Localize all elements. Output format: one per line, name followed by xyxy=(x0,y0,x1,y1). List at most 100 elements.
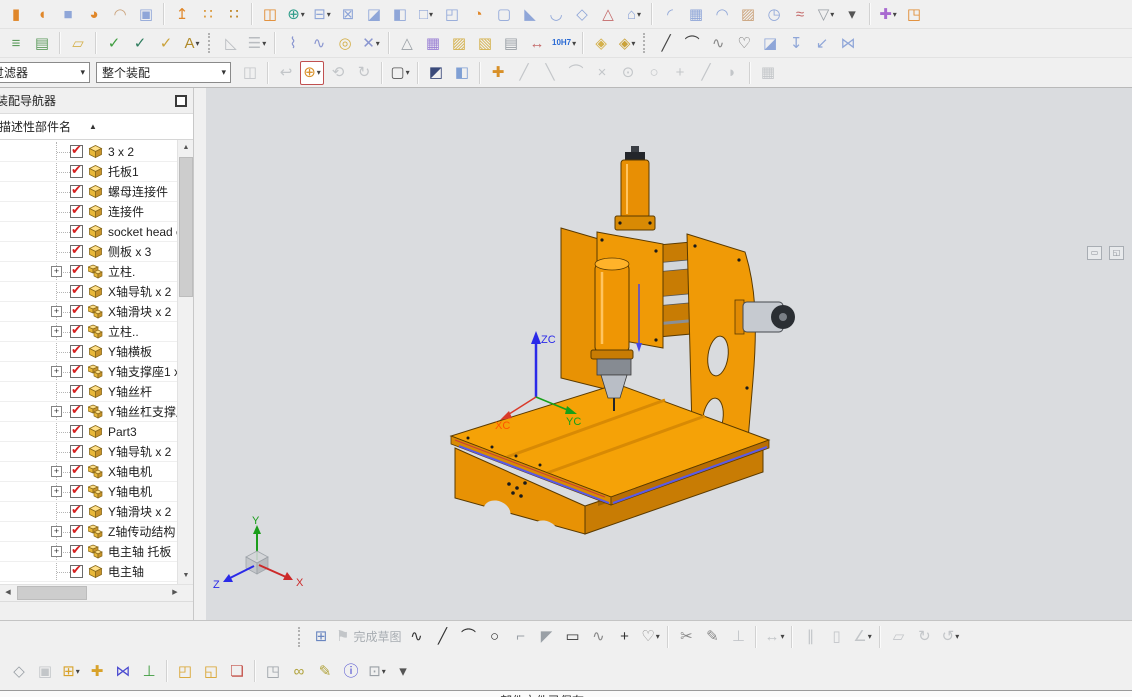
shaded-select-icon[interactable]: ◩ xyxy=(424,61,448,85)
edit-sketch-icon[interactable]: ▱ xyxy=(886,625,910,649)
assembly-tree-item[interactable]: + ✔ Y轴丝杠支撑座2 xyxy=(0,402,193,422)
section-analysis-icon[interactable]: ◺ xyxy=(219,31,243,55)
component-checkbox[interactable]: ✔ xyxy=(70,502,83,518)
existing-point-snap-icon[interactable]: + xyxy=(668,61,692,85)
component-checkbox[interactable]: ✔ xyxy=(70,562,83,578)
information-icon[interactable]: ▤ xyxy=(499,31,523,55)
line-sketch-icon[interactable]: ╱ xyxy=(430,625,454,649)
draft-analysis-icon[interactable]: △ xyxy=(596,2,620,26)
attributes-icon[interactable]: A ▾ xyxy=(180,31,204,55)
highlight-select-icon[interactable]: ◧ xyxy=(450,61,474,85)
selection-list-icon[interactable]: ☰ ▾ xyxy=(245,31,269,55)
block-icon[interactable]: ■ xyxy=(56,2,80,26)
pad-icon[interactable]: ↥ xyxy=(170,2,194,26)
unite-icon[interactable]: ⊕ ▾ xyxy=(284,2,308,26)
assembly-tree-item[interactable]: + ✔ 电主轴 托板 xyxy=(0,542,177,562)
assembly-tree-item[interactable]: + ✔ X轴电机 xyxy=(0,462,177,482)
grid-snap-icon[interactable]: ▦ xyxy=(756,61,780,85)
scroll-left-icon[interactable]: ◀ xyxy=(0,585,16,601)
assembly-cut-icon[interactable]: ◫ xyxy=(238,61,262,85)
section-curve-icon[interactable]: ⋈ xyxy=(836,31,860,55)
assembly-tree-item[interactable]: ✔ 侧板 x 3 xyxy=(0,242,177,262)
component-checkbox[interactable]: ✔ xyxy=(70,222,83,238)
polyhedron-icon-dropdown[interactable]: ▾ xyxy=(637,10,641,19)
shell-icon-dropdown[interactable]: ▾ xyxy=(429,10,433,19)
spring-tools-icon[interactable]: ✕ ▾ xyxy=(359,31,383,55)
trim-sheet-icon[interactable]: ▢ xyxy=(492,2,516,26)
move-component-icon[interactable]: ✚ xyxy=(85,659,109,683)
mirror-curve-icon[interactable]: ▯ xyxy=(824,625,848,649)
new-component-icon[interactable]: ◳ xyxy=(261,659,285,683)
show-constraints-icon[interactable]: ∠ ▾ xyxy=(850,625,874,649)
component-checkbox[interactable]: ✔ xyxy=(70,542,83,558)
rectangle-sketch-icon[interactable]: ▭ xyxy=(560,625,584,649)
marquee-select-icon-dropdown[interactable]: ▾ xyxy=(406,68,410,77)
subtract-icon-dropdown[interactable]: ▾ xyxy=(327,10,331,19)
chevron-down-icon[interactable]: ▾ xyxy=(80,67,85,78)
component-checkbox[interactable]: ✔ xyxy=(70,402,83,418)
selection-filter-combo[interactable]: 过滤器 ▾ xyxy=(0,62,90,83)
intersect-icon[interactable]: ⊠ xyxy=(336,2,360,26)
sort-ascending-icon[interactable]: ▲ xyxy=(89,122,97,131)
arc-curve-icon[interactable]: ⌒ xyxy=(680,31,704,55)
expand-icon[interactable]: + xyxy=(51,466,62,477)
tag-icon[interactable]: ▱ xyxy=(66,31,90,55)
component-checkbox[interactable]: ✔ xyxy=(70,342,83,358)
float-window-icon[interactable] xyxy=(175,94,187,107)
project-curve-icon[interactable]: ↧ xyxy=(784,31,808,55)
panel-splitter[interactable] xyxy=(194,88,206,620)
toolbar-grip[interactable] xyxy=(208,33,213,53)
delayed-evaluation-icon-dropdown[interactable]: ▾ xyxy=(955,632,959,641)
assembly-tree-item[interactable]: + ✔ 立柱.. xyxy=(0,322,177,342)
expand-icon[interactable]: + xyxy=(51,486,62,497)
assembly-tree-item[interactable]: ✔ Y轴滑块 x 2 xyxy=(0,502,177,522)
toolbar-grip[interactable] xyxy=(643,33,648,53)
marquee-select-icon[interactable]: ▢ ▾ xyxy=(388,61,412,85)
component-checkbox[interactable]: ✔ xyxy=(70,282,83,298)
enable-snap-point-icon[interactable]: ✚ xyxy=(486,61,510,85)
update-model-icon[interactable]: ↻ xyxy=(912,625,936,649)
tolerance-10H7-icon[interactable]: 10H7 ▾ xyxy=(551,31,577,55)
arrangements-icon[interactable]: ◱ xyxy=(199,659,223,683)
bend-icon[interactable]: ◡ xyxy=(544,2,568,26)
assembly-tree-item[interactable]: ✔ 托板1 xyxy=(0,162,177,182)
quick-trim-icon[interactable]: ✂ xyxy=(674,625,698,649)
fillet-sketch-icon[interactable]: ⌐ xyxy=(508,625,532,649)
component-checkbox[interactable]: ✔ xyxy=(70,362,83,378)
component-checkbox[interactable]: ✔ xyxy=(70,442,83,458)
triangle-analysis-icon[interactable]: △ xyxy=(395,31,419,55)
rapid-dimension-icon-dropdown[interactable]: ▾ xyxy=(780,632,784,641)
selection-list-icon-dropdown[interactable]: ▾ xyxy=(262,39,266,48)
finish-sketch-icon[interactable]: ⚑ 完成草图 xyxy=(335,625,402,649)
blend-surface-icon[interactable]: ≈ xyxy=(788,2,812,26)
component-checkbox[interactable]: ✔ xyxy=(70,182,83,198)
vertical-scrollbar-thumb[interactable] xyxy=(179,157,193,297)
assembly-tree-item[interactable]: ✔ Y轴导轨 x 2 xyxy=(0,442,177,462)
viewport-float-icon[interactable]: ◱ xyxy=(1109,246,1124,260)
mirror-feature-icon[interactable]: ◫ xyxy=(258,2,282,26)
sequence-icon[interactable]: ⊡ ▾ xyxy=(365,659,389,683)
expand-icon[interactable]: + xyxy=(51,326,62,337)
boss-icon[interactable]: ◕ xyxy=(82,2,106,26)
spreadsheet-icon[interactable]: ▦ xyxy=(421,31,445,55)
verify-body-icon[interactable]: ✓ xyxy=(154,31,178,55)
graphics-viewport[interactable]: XC YC ZC Y X Z ▭ ◱ xyxy=(206,88,1132,620)
show-product-outline-icon[interactable]: ▣ xyxy=(33,659,57,683)
expand-icon[interactable]: + xyxy=(51,546,62,557)
component-checkbox[interactable]: ✔ xyxy=(70,382,83,398)
assembly-tree-item[interactable]: + ✔ Y轴电机 xyxy=(0,482,177,502)
unlock-constraints-icon[interactable]: ◈ ▾ xyxy=(615,31,639,55)
component-checkbox[interactable]: ✔ xyxy=(70,462,83,478)
snap-point-filter-icon-dropdown[interactable]: ▾ xyxy=(317,68,321,77)
scroll-down-icon[interactable]: ▼ xyxy=(178,568,193,584)
quick-extend-icon[interactable]: ✎ xyxy=(700,625,724,649)
rapid-dimension-icon[interactable]: ↔ ▾ xyxy=(762,625,786,649)
cavity-icon[interactable]: ▣ xyxy=(134,2,158,26)
arc-center-snap-icon[interactable]: ⊙ xyxy=(616,61,640,85)
component-checkbox[interactable]: ✔ xyxy=(70,482,83,498)
sequence-icon-dropdown[interactable]: ▾ xyxy=(382,667,386,676)
interpart-link-icon[interactable]: ❏ xyxy=(225,659,249,683)
statusbar-window-icon[interactable]: ▭ xyxy=(1089,691,1113,697)
component-checkbox[interactable]: ✔ xyxy=(70,242,83,258)
surface-flow-icon[interactable]: ◪ xyxy=(758,31,782,55)
